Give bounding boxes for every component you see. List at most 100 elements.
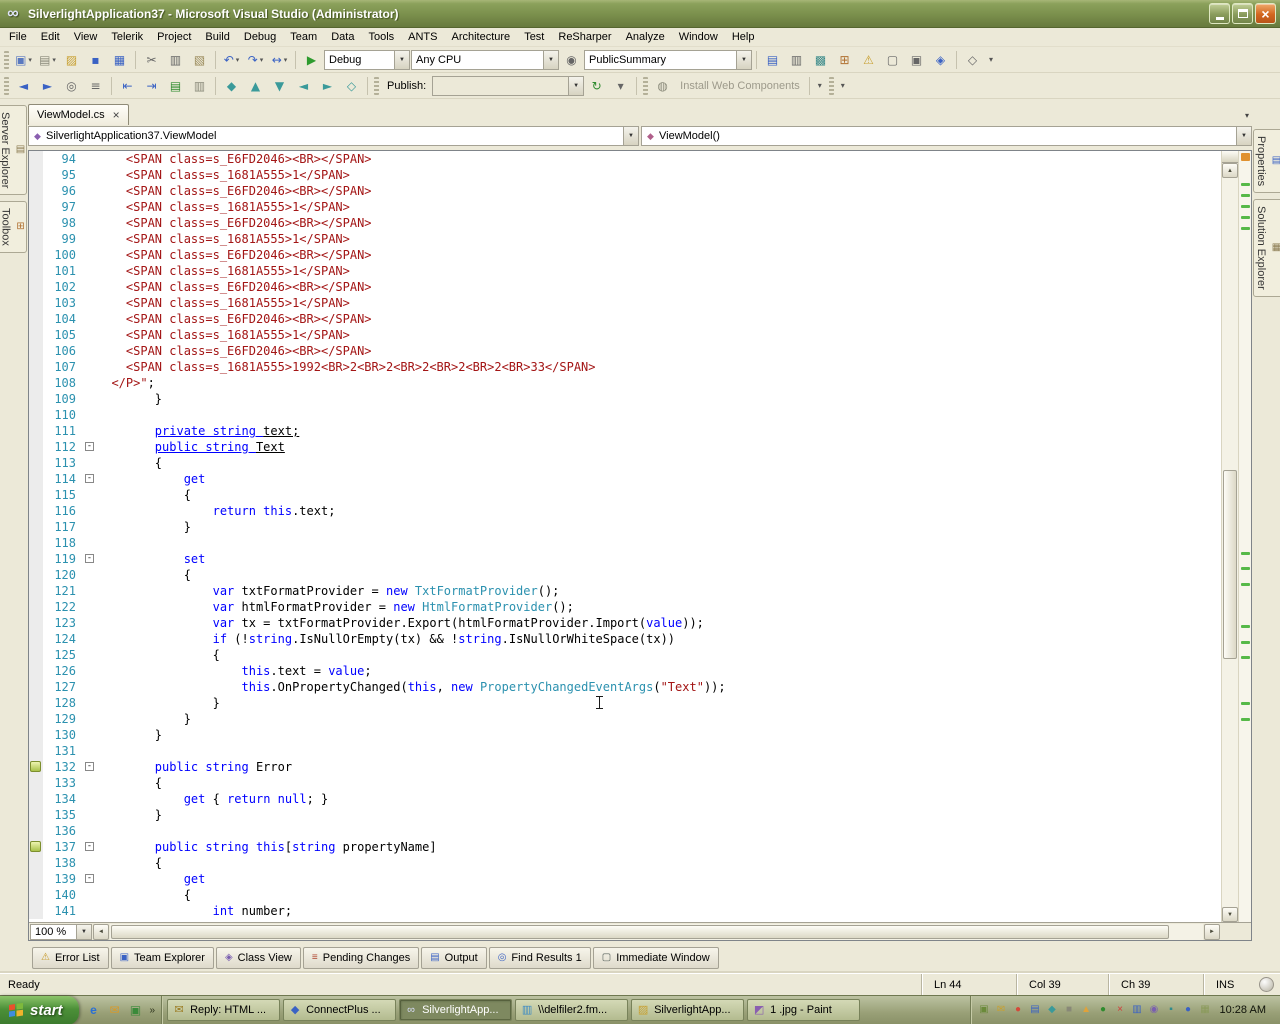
comment-selection-icon[interactable]: ▤: [164, 75, 187, 97]
horizontal-scrollbar[interactable]: [110, 923, 1203, 940]
code-line-104[interactable]: 104 <SPAN class=s_E6FD2046><BR></SPAN>: [29, 311, 1221, 327]
menu-help[interactable]: Help: [725, 29, 762, 45]
code-line-99[interactable]: 99 <SPAN class=s_1681A555>1</SPAN>: [29, 231, 1221, 247]
combo-dropdown-icon[interactable]: ▼: [623, 127, 638, 145]
menu-architecture[interactable]: Architecture: [444, 29, 517, 45]
open-file-icon[interactable]: ▨: [60, 49, 83, 71]
tab-immediate-window[interactable]: ▢ Immediate Window: [592, 947, 719, 969]
code-line-138[interactable]: 138 {: [29, 855, 1221, 871]
maximize-button[interactable]: [1232, 3, 1253, 24]
tray-icon[interactable]: ◆: [1045, 1005, 1060, 1015]
find-in-files-icon[interactable]: ◉: [560, 49, 583, 71]
save-all-icon[interactable]: ▦: [108, 49, 131, 71]
zoom-combo[interactable]: 100 % ▼: [30, 923, 92, 940]
tab-output[interactable]: ▤ Output: [421, 947, 487, 969]
clear-bookmarks-icon[interactable]: ◇: [340, 75, 363, 97]
properties-window-icon[interactable]: ▥: [785, 49, 808, 71]
paste-icon[interactable]: ▧: [188, 49, 211, 71]
menu-file[interactable]: File: [2, 29, 34, 45]
horizontal-scrollbar-thumb[interactable]: [111, 924, 1169, 939]
tray-icon[interactable]: ▣: [977, 1005, 992, 1015]
tray-icon[interactable]: ●: [1181, 1005, 1196, 1015]
combo-dropdown-icon[interactable]: ▼: [1236, 127, 1251, 145]
start-page-icon[interactable]: ◈: [929, 49, 952, 71]
next-bookmark-folder-icon[interactable]: ►: [316, 75, 339, 97]
scrollbar-track[interactable]: [1222, 178, 1238, 907]
tray-icon[interactable]: ■: [1062, 1005, 1077, 1015]
redo-icon[interactable]: ↷ ▾: [244, 49, 267, 71]
code-line-105[interactable]: 105 <SPAN class=s_1681A555>1</SPAN>: [29, 327, 1221, 343]
menu-edit[interactable]: Edit: [34, 29, 67, 45]
quicklaunch-outlook-icon[interactable]: ✉: [106, 1001, 124, 1019]
code-line-129[interactable]: 129 }: [29, 711, 1221, 727]
word-wrap-icon[interactable]: ≡: [84, 75, 107, 97]
code-line-94[interactable]: 94 <SPAN class=s_E6FD2046><BR></SPAN>: [29, 151, 1221, 167]
solution-configurations-combo[interactable]: Debug ▼: [324, 49, 410, 70]
code-line-139[interactable]: 139- get: [29, 871, 1221, 887]
code-line-116[interactable]: 116 return this.text;: [29, 503, 1221, 519]
toolbar-grip[interactable]: [643, 76, 649, 95]
scroll-right-icon[interactable]: ►: [1204, 923, 1220, 940]
code-line-125[interactable]: 125 {: [29, 647, 1221, 663]
split-handle[interactable]: [1222, 151, 1238, 163]
find-symbol-icon[interactable]: ◎: [60, 75, 83, 97]
tray-icon[interactable]: ✉: [994, 1005, 1009, 1015]
scroll-down-icon[interactable]: ▼: [1222, 907, 1238, 922]
code-line-121[interactable]: 121 var txtFormatProvider = new TxtForma…: [29, 583, 1221, 599]
code-line-98[interactable]: 98 <SPAN class=s_E6FD2046><BR></SPAN>: [29, 215, 1221, 231]
web-components-icon[interactable]: ◍: [651, 75, 674, 97]
code-line-140[interactable]: 140 {: [29, 887, 1221, 903]
add-new-item-icon[interactable]: ▤ ▾: [36, 49, 59, 71]
tray-icon[interactable]: ●: [1096, 1005, 1111, 1015]
tab-team-explorer[interactable]: ▣ Team Explorer: [110, 947, 214, 969]
combo-dropdown-icon[interactable]: ▼: [736, 50, 751, 69]
tab-properties[interactable]: ▤ Properties: [1252, 129, 1280, 194]
tray-icon[interactable]: ▪: [1164, 1005, 1179, 1015]
combo-dropdown-icon[interactable]: ▼: [543, 50, 558, 69]
menu-ants[interactable]: ANTS: [401, 29, 444, 45]
code-line-124[interactable]: 124 if (!string.IsNullOrEmpty(tx) && !st…: [29, 631, 1221, 647]
code-line-114[interactable]: 114- get: [29, 471, 1221, 487]
code-line-107[interactable]: 107 <SPAN class=s_1681A555>1992<BR>2<BR>…: [29, 359, 1221, 375]
code-line-102[interactable]: 102 <SPAN class=s_E6FD2046><BR></SPAN>: [29, 279, 1221, 295]
code-line-130[interactable]: 130 }: [29, 727, 1221, 743]
tab-list-dropdown-icon[interactable]: ▾: [1245, 111, 1249, 120]
tray-icon[interactable]: ▤: [1028, 1005, 1043, 1015]
save-icon[interactable]: ▪: [84, 49, 107, 71]
navigate-backward-icon[interactable]: ◄: [12, 75, 35, 97]
menu-window[interactable]: Window: [672, 29, 725, 45]
resharper-marker-bar[interactable]: [1238, 151, 1251, 922]
combo-dropdown-icon[interactable]: ▼: [394, 50, 409, 69]
tray-icon[interactable]: ×: [1113, 1005, 1128, 1015]
decrease-indent-icon[interactable]: ⇤: [116, 75, 139, 97]
publish-icon[interactable]: ↻: [585, 75, 608, 97]
immediate-window-icon[interactable]: ▢: [881, 49, 904, 71]
code-line-101[interactable]: 101 <SPAN class=s_1681A555>1</SPAN>: [29, 263, 1221, 279]
toolbar-overflow-icon[interactable]: ▾: [837, 81, 849, 90]
menu-build[interactable]: Build: [198, 29, 236, 45]
code-line-108[interactable]: 108 </P>";: [29, 375, 1221, 391]
quicklaunch-show-desktop-icon[interactable]: ▣: [127, 1001, 145, 1019]
types-combo[interactable]: ◆ SilverlightApplication37.ViewModel ▼: [28, 126, 639, 146]
toolbox-icon[interactable]: ⊞: [833, 49, 856, 71]
tab-error-list[interactable]: ⚠ Error List: [32, 947, 109, 969]
quick-launch-chevron-icon[interactable]: »: [148, 1005, 156, 1016]
previous-bookmark-folder-icon[interactable]: ◄: [292, 75, 315, 97]
code-line-133[interactable]: 133 {: [29, 775, 1221, 791]
toolbar-grip[interactable]: [828, 76, 834, 95]
code-line-95[interactable]: 95 <SPAN class=s_1681A555>1</SPAN>: [29, 167, 1221, 183]
scroll-left-icon[interactable]: ◄: [93, 923, 109, 940]
code-line-103[interactable]: 103 <SPAN class=s_1681A555>1</SPAN>: [29, 295, 1221, 311]
toolbar-overflow-icon[interactable]: ▾: [985, 55, 997, 64]
resharper-gutter-icon[interactable]: [30, 841, 41, 852]
tab-class-view[interactable]: ◈ Class View: [215, 947, 301, 969]
tray-icon[interactable]: ▲: [1079, 1005, 1094, 1015]
code-line-128[interactable]: 128 }: [29, 695, 1221, 711]
fold-collapse-icon[interactable]: -: [85, 842, 94, 851]
taskbar-button-visual-studio[interactable]: ∞ SilverlightApp...: [399, 999, 513, 1021]
taskbar-button-outlook-reply[interactable]: ✉ Reply: HTML ...: [167, 999, 281, 1021]
menu-debug[interactable]: Debug: [237, 29, 283, 45]
fold-collapse-icon[interactable]: -: [85, 762, 94, 771]
menu-tools[interactable]: Tools: [361, 29, 401, 45]
toolbar-grip[interactable]: [374, 76, 379, 95]
